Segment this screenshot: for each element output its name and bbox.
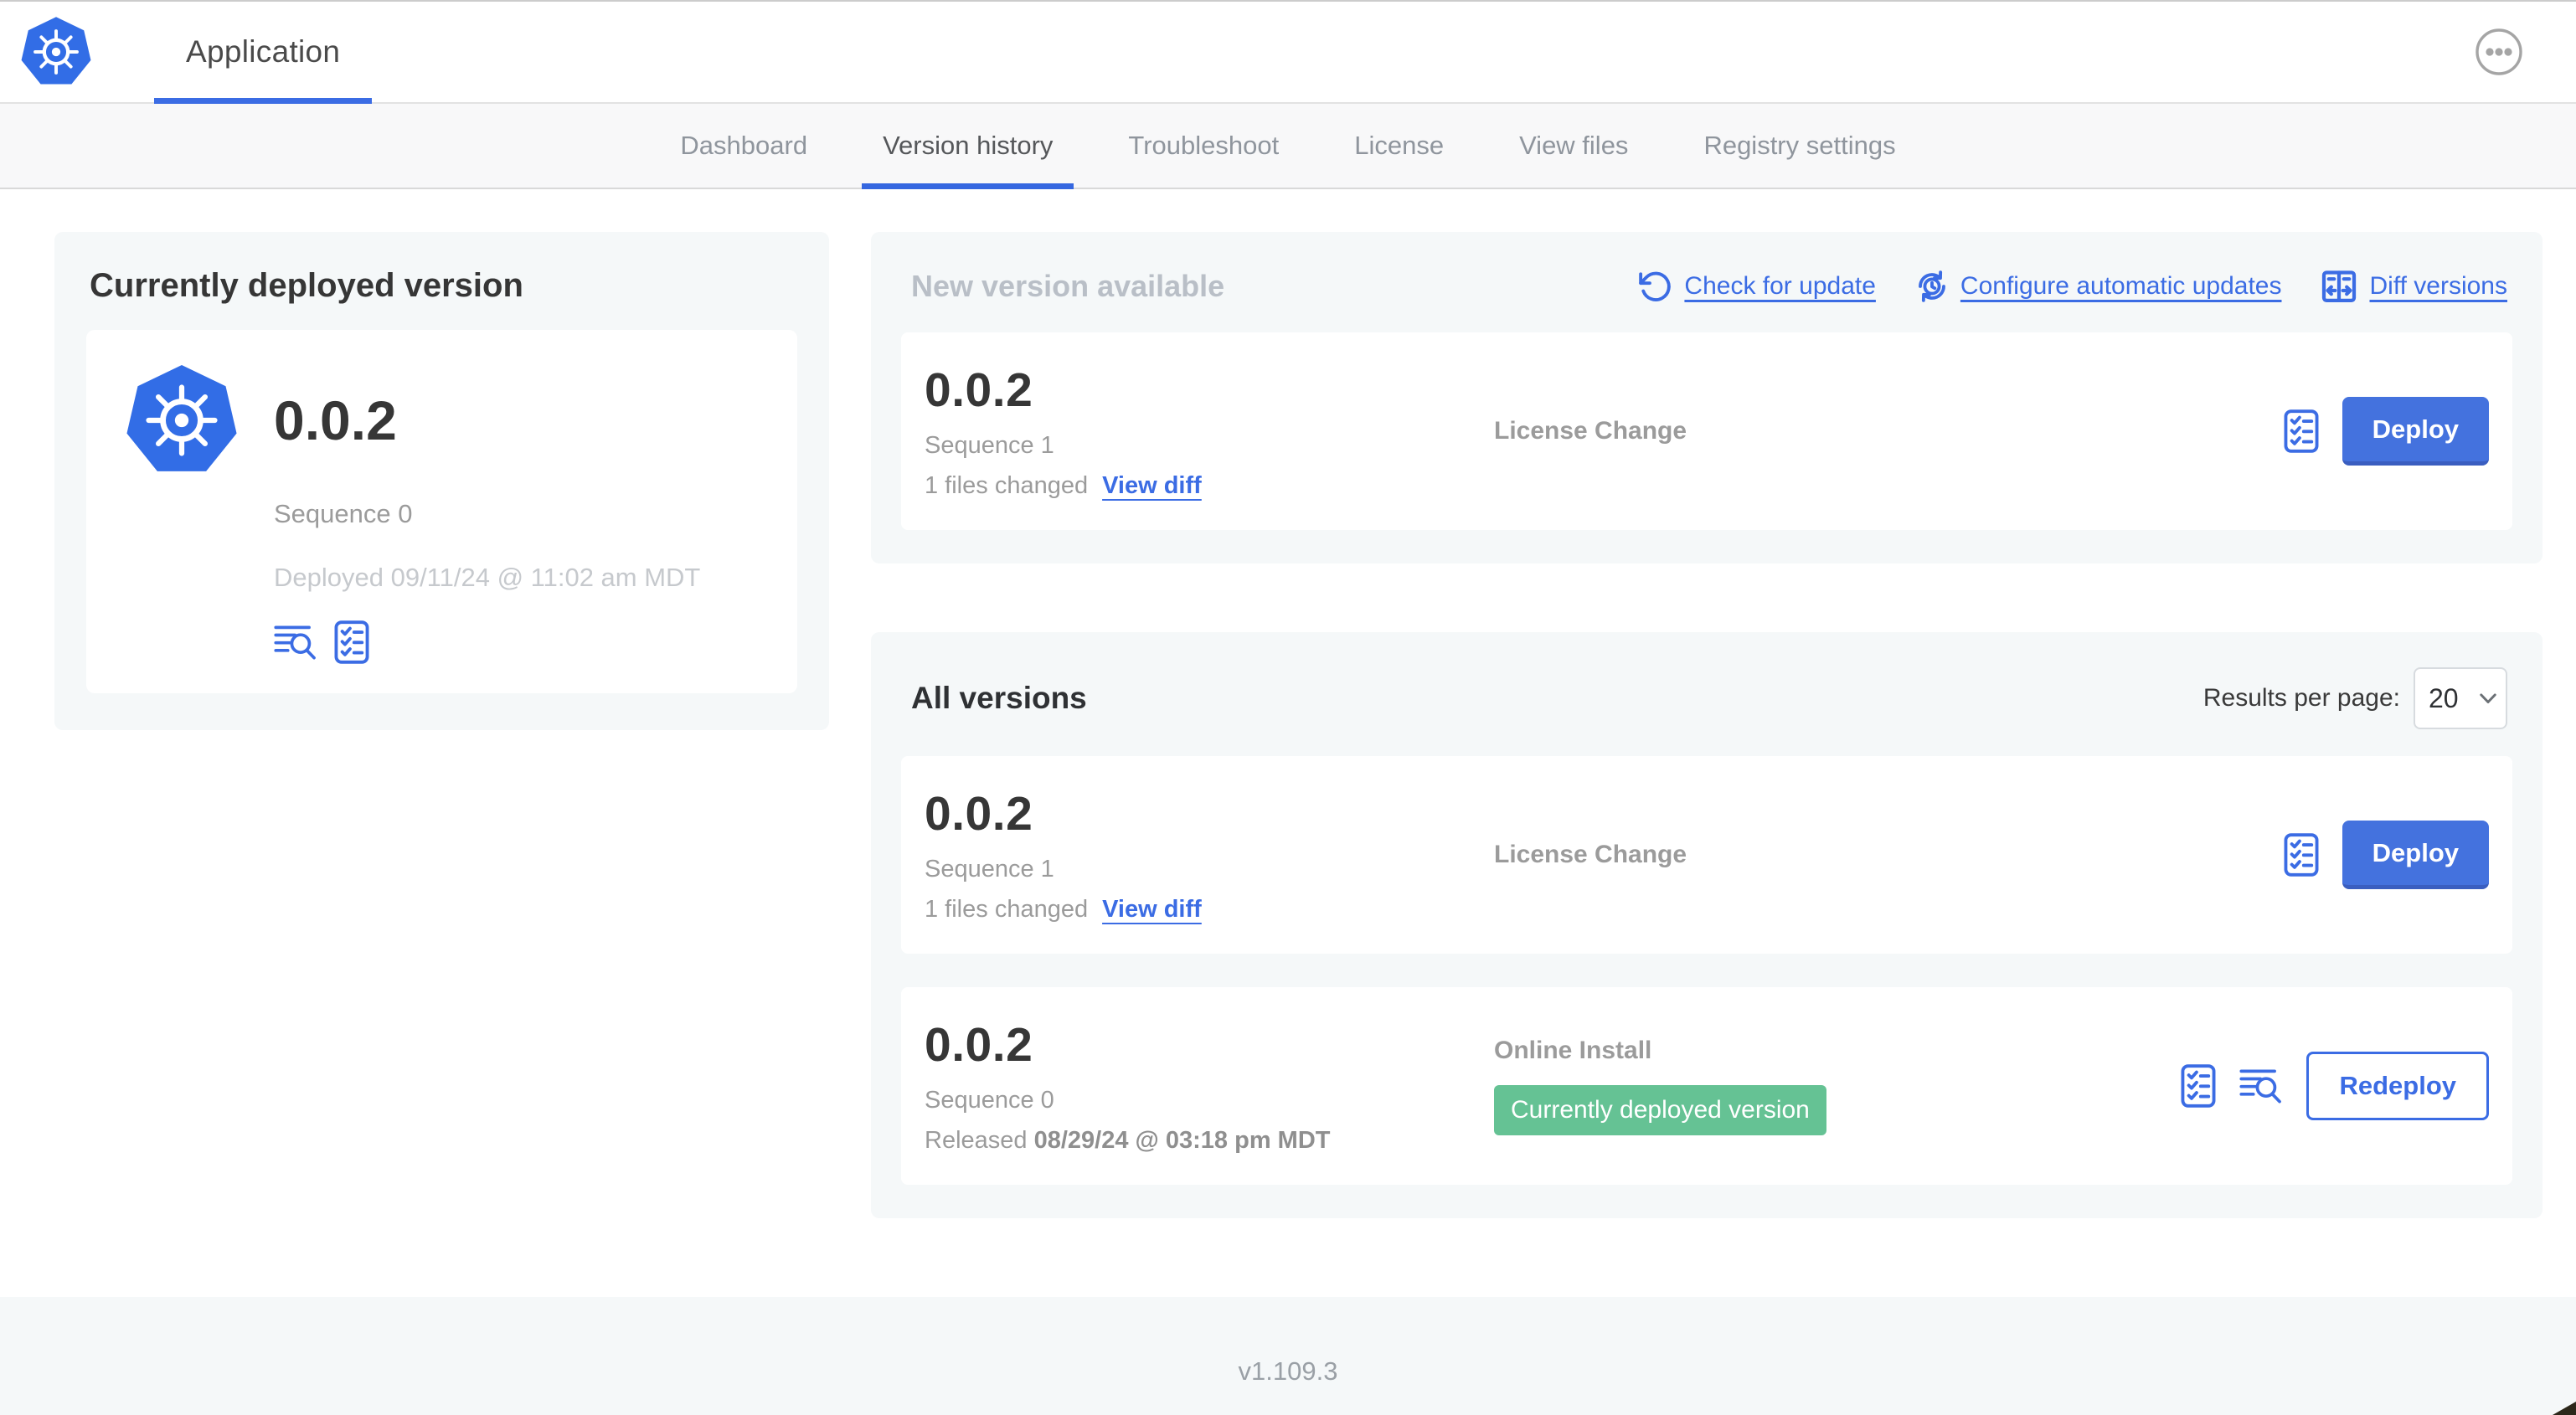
currently-deployed-badge: Currently deployed version bbox=[1494, 1085, 1826, 1135]
version-row-sequence-0: 0.0.2 Sequence 0 Released 08/29/24 @ 03:… bbox=[901, 987, 2512, 1185]
tab-troubleshoot[interactable]: Troubleshoot bbox=[1090, 104, 1316, 188]
currently-deployed-card: 0.0.2 Sequence 0 Deployed 09/11/24 @ 11:… bbox=[86, 330, 797, 693]
new-version-panel: New version available Check for update C… bbox=[871, 232, 2543, 563]
currently-deployed-title: Currently deployed version bbox=[90, 267, 523, 304]
app-page: Application Dashboard Version history Tr… bbox=[0, 0, 2576, 1415]
app-tab-active-underline bbox=[154, 98, 373, 104]
deploy-button[interactable]: Deploy bbox=[2342, 397, 2489, 466]
app-subnav: Dashboard Version history Troubleshoot L… bbox=[0, 104, 2576, 189]
diff-versions-link[interactable]: Diff versions bbox=[2320, 267, 2507, 306]
view-diff-link[interactable]: View diff bbox=[1102, 472, 1202, 500]
preflight-checklist-icon[interactable] bbox=[2284, 832, 2319, 877]
deployed-timestamp: Deployed 09/11/24 @ 11:02 am MDT bbox=[274, 563, 701, 592]
all-versions-title: All versions bbox=[911, 681, 1087, 715]
diff-icon bbox=[2320, 267, 2358, 306]
new-version-row: 0.0.2 Sequence 1 1 files changed View di… bbox=[901, 332, 2512, 530]
preflight-checklist-icon[interactable] bbox=[2181, 1063, 2216, 1109]
version-sequence: Sequence 1 bbox=[925, 856, 1054, 882]
all-versions-panel: All versions Results per page: 20 0.0.2 … bbox=[871, 632, 2543, 1218]
preflight-checklist-icon[interactable] bbox=[334, 620, 369, 665]
version-number: 0.0.2 bbox=[925, 787, 1033, 841]
version-number: 0.0.2 bbox=[925, 363, 1033, 417]
deployed-sequence: Sequence 0 bbox=[274, 499, 413, 528]
version-source: License Change bbox=[1494, 417, 1687, 445]
tab-view-files[interactable]: View files bbox=[1481, 104, 1666, 188]
view-diff-link[interactable]: View diff bbox=[1102, 896, 1202, 924]
version-sequence: Sequence 0 bbox=[925, 1087, 1054, 1114]
deployed-version-number: 0.0.2 bbox=[274, 389, 397, 451]
console-version: v1.109.3 bbox=[1238, 1356, 1338, 1386]
version-sequence: Sequence 1 bbox=[925, 432, 1054, 459]
tab-dashboard[interactable]: Dashboard bbox=[642, 104, 845, 188]
clock-refresh-icon bbox=[1914, 269, 1950, 304]
deploy-button[interactable]: Deploy bbox=[2342, 821, 2489, 889]
redeploy-button[interactable]: Redeploy bbox=[2306, 1052, 2489, 1120]
currently-deployed-panel: Currently deployed version 0.0.2 Sequenc… bbox=[54, 232, 829, 730]
cursor-artifact bbox=[2553, 1402, 2576, 1415]
kubernetes-logo-icon bbox=[20, 16, 92, 88]
files-changed-label: 1 files changed bbox=[925, 896, 1089, 923]
refresh-icon bbox=[1638, 269, 1673, 304]
tab-registry-settings[interactable]: Registry settings bbox=[1666, 104, 1933, 188]
results-per-page-label: Results per page: bbox=[2202, 684, 2400, 712]
version-source: License Change bbox=[1494, 841, 1687, 868]
results-per-page-select[interactable]: 20 bbox=[2414, 667, 2507, 729]
top-header: Application bbox=[0, 0, 2576, 104]
version-row-sequence-1: 0.0.2 Sequence 1 1 files changed View di… bbox=[901, 756, 2512, 954]
view-logs-icon[interactable] bbox=[2239, 1068, 2283, 1104]
view-logs-icon[interactable] bbox=[274, 624, 317, 661]
kubernetes-app-icon bbox=[125, 363, 239, 477]
overflow-menu-button[interactable] bbox=[2474, 27, 2524, 77]
tab-version-history[interactable]: Version history bbox=[845, 104, 1090, 189]
version-released: Released 08/29/24 @ 03:18 pm MDT bbox=[925, 1127, 1331, 1154]
app-title: Application bbox=[186, 34, 341, 69]
preflight-checklist-icon[interactable] bbox=[2284, 409, 2319, 454]
ellipsis-icon bbox=[2474, 27, 2524, 77]
app-tab[interactable]: Application bbox=[154, 2, 373, 104]
version-number: 0.0.2 bbox=[925, 1018, 1033, 1072]
version-source: Online Install bbox=[1494, 1037, 1652, 1064]
main-content: Currently deployed version 0.0.2 Sequenc… bbox=[0, 189, 2576, 1297]
page-footer: v1.109.3 bbox=[0, 1297, 2576, 1415]
new-version-title: New version available bbox=[911, 269, 1225, 303]
files-changed-label: 1 files changed bbox=[925, 472, 1089, 499]
tab-license[interactable]: License bbox=[1316, 104, 1481, 188]
configure-automatic-updates-link[interactable]: Configure automatic updates bbox=[1914, 269, 2281, 304]
check-for-update-link[interactable]: Check for update bbox=[1638, 269, 1876, 304]
